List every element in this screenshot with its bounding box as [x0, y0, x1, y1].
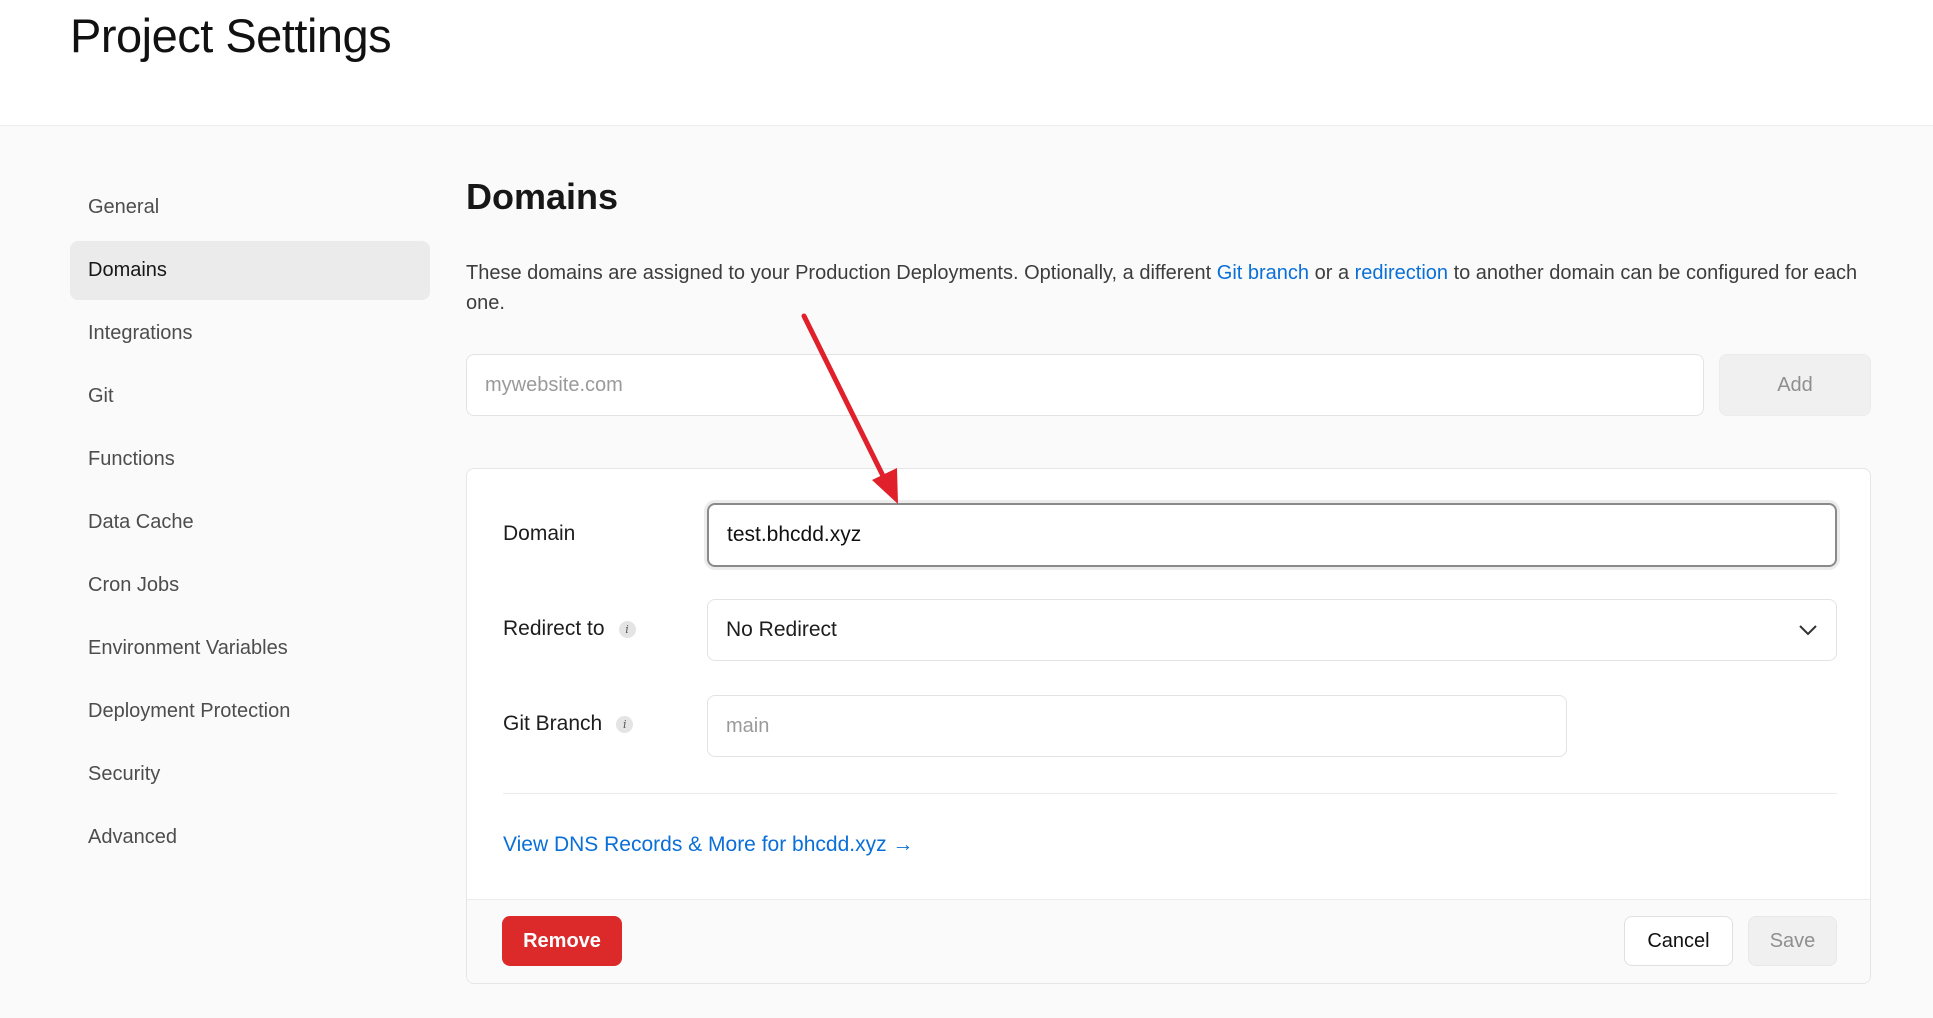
domain-label-row: Domain: [503, 522, 575, 546]
domains-description: These domains are assigned to your Produ…: [466, 258, 1866, 318]
description-text: or a: [1309, 262, 1355, 284]
save-button[interactable]: Save: [1748, 916, 1837, 966]
sidebar-item-functions[interactable]: Functions: [70, 430, 430, 489]
git-branch-label-row: Git Branch i: [503, 712, 634, 736]
info-icon[interactable]: i: [616, 715, 634, 733]
sidebar-item-label: Domains: [88, 259, 167, 281]
sidebar-item-integrations[interactable]: Integrations: [70, 304, 430, 363]
sidebar-item-environment-variables[interactable]: Environment Variables: [70, 619, 430, 678]
redirect-label: Redirect to: [503, 617, 605, 640]
sidebar-item-label: Cron Jobs: [88, 574, 180, 596]
page-title: Project Settings: [70, 9, 392, 62]
git-branch-input[interactable]: [707, 695, 1567, 757]
divider: [503, 793, 1837, 794]
sidebar-item-security[interactable]: Security: [70, 745, 430, 804]
git-branch-link[interactable]: Git branch: [1217, 262, 1309, 284]
sidebar-item-label: Security: [88, 763, 161, 785]
add-domain-button[interactable]: Add: [1719, 354, 1871, 416]
domain-label: Domain: [503, 522, 576, 545]
card-footer: Remove Cancel Save: [467, 899, 1870, 983]
sidebar-item-label: Functions: [88, 448, 175, 470]
sidebar-item-cron-jobs[interactable]: Cron Jobs: [70, 556, 430, 615]
section-title: Domains: [466, 176, 619, 217]
redirect-select[interactable]: No Redirect: [707, 599, 1837, 661]
sidebar-item-label: Advanced: [88, 826, 177, 848]
remove-button[interactable]: Remove: [502, 916, 622, 966]
view-dns-records-link[interactable]: View DNS Records & More for bhcdd.xyz →: [503, 833, 913, 857]
add-domain-input[interactable]: [466, 354, 1704, 416]
domain-card: Domain Redirect to i No Redirect Git Bra…: [466, 468, 1871, 984]
sidebar-item-general[interactable]: General: [70, 178, 430, 237]
sidebar-item-label: Integrations: [88, 322, 193, 344]
settings-sidebar: General Domains Integrations Git Functio…: [70, 178, 430, 871]
sidebar-item-label: General: [88, 196, 160, 218]
description-text: These domains are assigned to your Produ…: [466, 262, 1217, 284]
sidebar-item-domains[interactable]: Domains: [70, 241, 430, 300]
redirect-label-row: Redirect to i: [503, 617, 636, 641]
info-icon[interactable]: i: [618, 620, 636, 638]
sidebar-item-label: Environment Variables: [88, 637, 288, 659]
sidebar-item-label: Deployment Protection: [88, 700, 291, 722]
sidebar-item-git[interactable]: Git: [70, 367, 430, 426]
git-branch-label: Git Branch: [503, 712, 603, 735]
sidebar-item-deployment-protection[interactable]: Deployment Protection: [70, 682, 430, 741]
redirect-value: No Redirect: [726, 618, 837, 641]
sidebar-item-data-cache[interactable]: Data Cache: [70, 493, 430, 552]
redirection-link[interactable]: redirection: [1355, 262, 1448, 284]
sidebar-item-advanced[interactable]: Advanced: [70, 808, 430, 867]
top-header: Project Settings: [0, 0, 1933, 126]
sidebar-item-label: Git: [88, 385, 114, 407]
domain-field[interactable]: [707, 503, 1837, 567]
cancel-button[interactable]: Cancel: [1624, 916, 1733, 966]
sidebar-item-label: Data Cache: [88, 511, 194, 533]
chevron-down-icon: [1799, 625, 1817, 636]
